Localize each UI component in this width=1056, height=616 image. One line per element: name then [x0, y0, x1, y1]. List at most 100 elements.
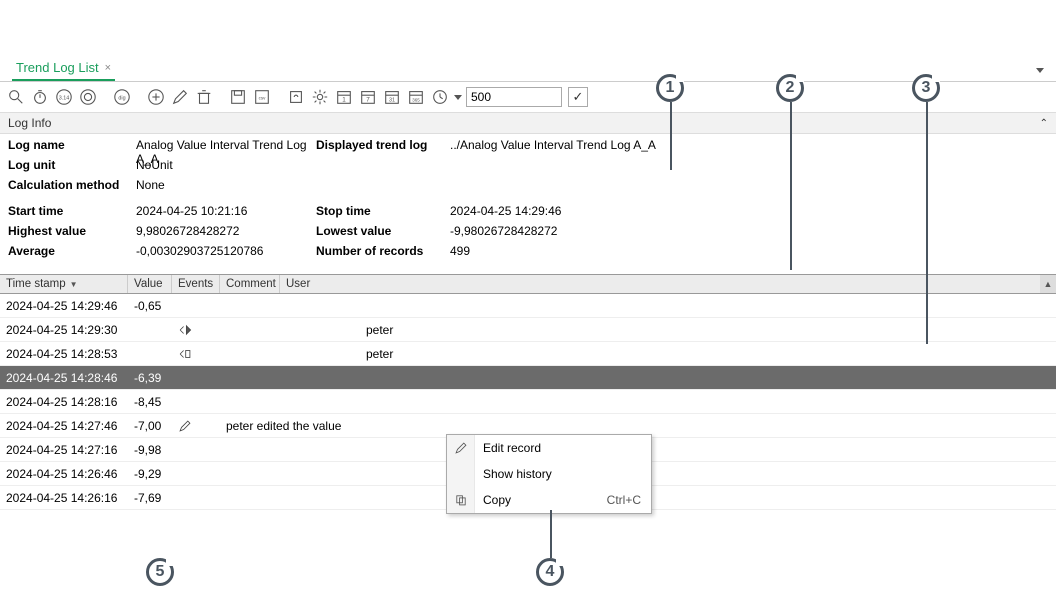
target-icon[interactable]	[78, 87, 98, 107]
event-stop-icon	[178, 347, 192, 361]
low-label: Lowest value	[316, 224, 450, 238]
dig-icon[interactable]: dig	[112, 87, 132, 107]
start-label: Start time	[8, 204, 136, 218]
cell-timestamp: 2024-04-25 14:27:46	[0, 419, 128, 433]
svg-text:7: 7	[366, 97, 370, 104]
cell-timestamp: 2024-04-25 14:26:46	[0, 467, 128, 481]
stop-value: 2024-04-25 14:29:46	[450, 204, 1048, 218]
section-title: Log Info	[8, 116, 51, 130]
stop-label: Stop time	[316, 204, 450, 218]
decimal-icon[interactable]: 3.14	[54, 87, 74, 107]
copy-icon	[447, 487, 475, 513]
svg-text:dig: dig	[118, 96, 125, 102]
calendar-7-icon[interactable]: 7	[358, 87, 378, 107]
table-row[interactable]: 2024-04-25 14:29:46-0,65	[0, 294, 1056, 318]
event-start-icon	[178, 323, 192, 337]
menu-show-history[interactable]: Show history	[447, 461, 651, 487]
cell-timestamp: 2024-04-25 14:28:53	[0, 347, 128, 361]
toolbar: 3.14 dig csv 1 7 31 365 ✓	[0, 82, 1056, 112]
cell-value: -9,98	[128, 443, 172, 457]
add-icon[interactable]	[146, 87, 166, 107]
avg-value: -0,00302903725120786	[136, 244, 316, 258]
cell-timestamp: 2024-04-25 14:27:16	[0, 443, 128, 457]
svg-text:31: 31	[389, 98, 395, 104]
cell-value: -7,00	[128, 419, 172, 433]
col-value[interactable]: Value	[128, 275, 172, 293]
table-row[interactable]: 2024-04-25 14:29:30 peter	[0, 318, 1056, 342]
avg-label: Average	[8, 244, 136, 258]
callout-5: 5	[146, 558, 174, 586]
displayed-label: Displayed trend log	[316, 138, 450, 152]
calendar-1-icon[interactable]: 1	[334, 87, 354, 107]
sort-desc-icon: ▼	[70, 280, 78, 289]
pencil-icon	[447, 435, 475, 461]
log-unit-label: Log unit	[8, 158, 136, 172]
start-value: 2024-04-25 10:21:16	[136, 204, 316, 218]
cell-value: -8,45	[128, 395, 172, 409]
save-icon[interactable]	[228, 87, 248, 107]
tab-bar: Trend Log List ×	[0, 56, 1056, 82]
svg-text:3.14: 3.14	[59, 96, 69, 102]
refresh-icon[interactable]	[286, 87, 306, 107]
close-icon[interactable]: ×	[105, 62, 111, 74]
tab-dropdown-icon[interactable]	[1036, 62, 1044, 76]
low-value: -9,98026728428272	[450, 224, 1048, 238]
pencil-icon	[178, 419, 192, 433]
tab-trend-log-list[interactable]: Trend Log List ×	[12, 56, 115, 81]
col-events[interactable]: Events	[172, 275, 220, 293]
calendar-365-icon[interactable]: 365	[406, 87, 426, 107]
calendar-31-icon[interactable]: 31	[382, 87, 402, 107]
cell-events	[172, 323, 220, 337]
cell-timestamp: 2024-04-25 14:29:30	[0, 323, 128, 337]
col-comment[interactable]: Comment	[220, 275, 280, 293]
calc-label: Calculation method	[8, 178, 136, 192]
menu-edit-record[interactable]: Edit record	[447, 435, 651, 461]
high-label: Highest value	[8, 224, 136, 238]
svg-text:365: 365	[412, 98, 420, 103]
pencil-icon[interactable]	[170, 87, 190, 107]
cell-user: peter	[360, 347, 420, 361]
scroll-up-icon[interactable]: ▲	[1040, 275, 1056, 293]
blank-icon	[447, 461, 475, 487]
log-info-header[interactable]: Log Info ⌃	[0, 112, 1056, 134]
cell-value: -9,29	[128, 467, 172, 481]
gear-icon[interactable]	[310, 87, 330, 107]
trash-icon[interactable]	[194, 87, 214, 107]
apply-button[interactable]: ✓	[568, 87, 588, 107]
save-csv-icon[interactable]: csv	[252, 87, 272, 107]
svg-text:1: 1	[342, 97, 346, 104]
log-unit-value: NoUnit	[136, 158, 316, 172]
log-info-panel: Log name Analog Value Interval Trend Log…	[0, 134, 1056, 274]
clock-dropdown-icon[interactable]	[454, 87, 462, 107]
search-icon[interactable]	[6, 87, 26, 107]
col-timestamp[interactable]: Time stamp▼	[0, 275, 128, 293]
table-row[interactable]: 2024-04-25 14:28:46-6,39	[0, 366, 1056, 390]
table-row[interactable]: 2024-04-25 14:28:16-8,45	[0, 390, 1056, 414]
menu-copy[interactable]: Copy Ctrl+C	[447, 487, 651, 513]
high-value: 9,98026728428272	[136, 224, 316, 238]
cell-value: -0,65	[128, 299, 172, 313]
tab-title: Trend Log List	[16, 60, 99, 75]
cell-timestamp: 2024-04-25 14:28:46	[0, 371, 128, 385]
cell-user: peter	[360, 323, 420, 337]
chevron-up-icon: ⌃	[1040, 118, 1048, 129]
cell-value: -7,69	[128, 491, 172, 505]
displayed-value: ../Analog Value Interval Trend Log A_A	[450, 138, 1048, 152]
cell-events	[172, 347, 220, 361]
log-name-label: Log name	[8, 138, 136, 152]
col-user[interactable]: User	[280, 275, 322, 293]
cell-comment: peter edited the value	[220, 419, 360, 433]
record-count-input[interactable]	[466, 87, 562, 107]
cell-events	[172, 419, 220, 433]
table-row[interactable]: 2024-04-25 14:28:53 peter	[0, 342, 1056, 366]
num-value: 499	[450, 244, 1048, 258]
stopwatch-icon[interactable]	[30, 87, 50, 107]
callout-4: 4	[536, 558, 564, 586]
cell-timestamp: 2024-04-25 14:29:46	[0, 299, 128, 313]
svg-text:csv: csv	[259, 96, 267, 101]
cell-value: -6,39	[128, 371, 172, 385]
clock-icon[interactable]	[430, 87, 450, 107]
table-header: Time stamp▼ Value Events Comment User ▲	[0, 274, 1056, 294]
cell-timestamp: 2024-04-25 14:28:16	[0, 395, 128, 409]
num-label: Number of records	[316, 244, 450, 258]
